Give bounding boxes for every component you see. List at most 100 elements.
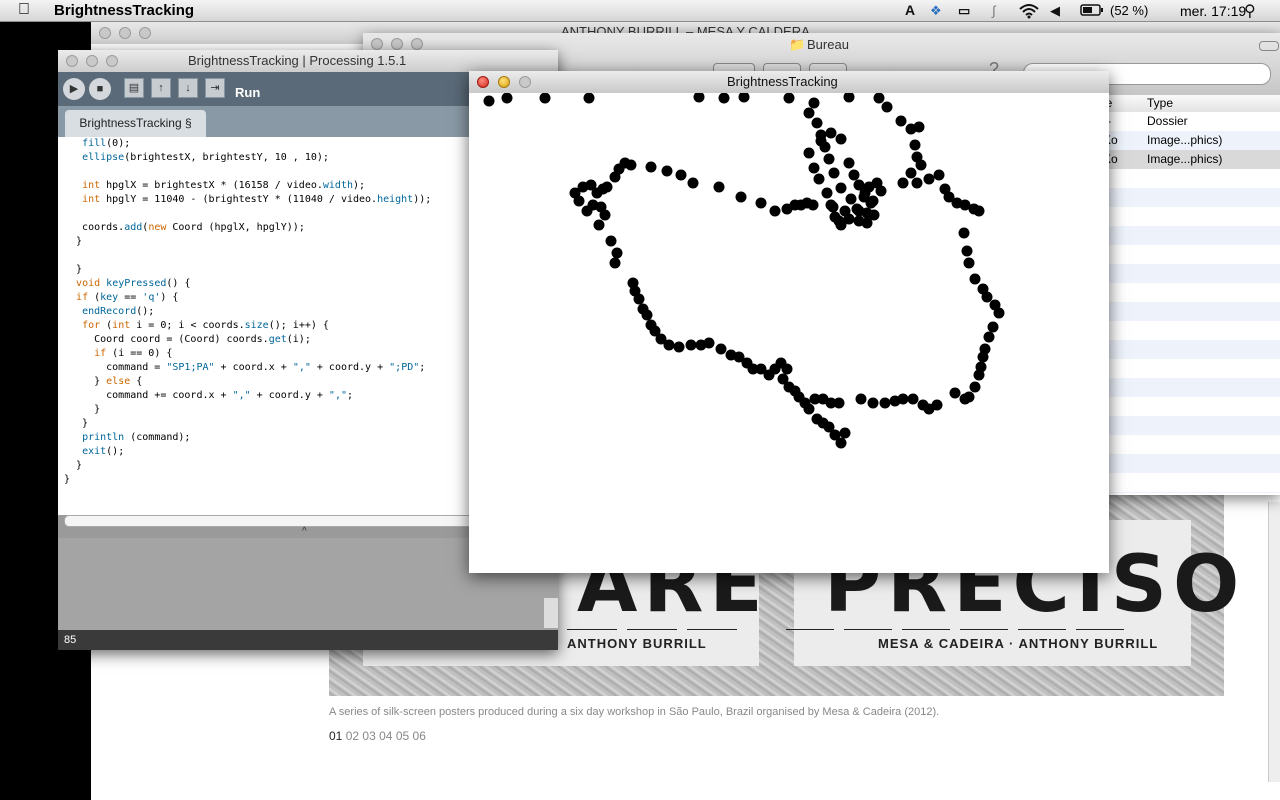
tracking-dot [755,197,767,209]
battery-icon[interactable] [1080,4,1104,19]
cloud-icon[interactable]: ▭ [958,3,970,19]
spotlight-icon[interactable]: ⚲ [1244,1,1256,21]
tracking-dot [803,147,815,159]
bluetooth-icon[interactable]: ∫ [992,3,996,18]
apple-icon[interactable]:  [18,1,30,19]
splitter-handle-icon[interactable]: ^ [302,526,307,537]
tracking-dot [625,159,637,171]
poster-sub-text: MESA & CADEIRA · ANTHONY BURRILL [878,636,1159,651]
page-link[interactable]: 04 [379,729,392,743]
tracking-dot [715,343,727,355]
tracking-dot [825,127,837,139]
clock[interactable]: mer. 17:19 [1180,3,1246,19]
finder-zoom-button[interactable] [411,38,423,50]
sketch-canvas[interactable] [469,93,1109,573]
battery-percent: (52 %) [1110,3,1149,18]
dropbox-icon[interactable]: ❖ [930,3,942,19]
tracking-dot [973,369,985,381]
browser-scrollbar[interactable] [1268,502,1280,782]
tracking-dot [867,397,879,409]
tab-sketch[interactable]: BrightnessTracking § [65,110,206,137]
volume-icon[interactable]: ◀ [1050,3,1060,19]
wifi-icon[interactable] [1018,3,1040,22]
new-sketch-button[interactable]: ▤ [124,78,144,98]
poster-rule [567,629,617,630]
file-row[interactable]: -- Dossier [1101,112,1280,131]
sketch-title-bar: BrightnessTracking [469,71,1109,94]
tracking-dot [845,193,857,205]
poster-rule [627,629,677,630]
tracking-dot [969,381,981,393]
tracking-dot [987,321,999,333]
console-scrollbar[interactable] [544,598,558,628]
tracking-dot [777,373,789,385]
tracking-dot [913,121,925,133]
tracking-dot [879,397,891,409]
tracking-dot [867,195,879,207]
page-link[interactable]: 06 [413,729,426,743]
poster-rule [687,629,737,630]
poster-rule [786,629,834,630]
browser-close-button[interactable] [99,27,111,39]
poster-rule [844,629,892,630]
finder-minimize-button[interactable] [391,38,403,50]
sketch-zoom-button[interactable] [519,76,531,88]
tracking-dot [673,341,685,353]
sketch-minimize-button[interactable] [498,76,510,88]
tracking-dot [501,93,513,104]
ide-minimize-button[interactable] [86,55,98,67]
finder-close-button[interactable] [371,38,383,50]
save-button[interactable]: ↓ [178,78,198,98]
tracking-dot [685,339,697,351]
file-list-stripes [1101,169,1280,493]
browser-minimize-button[interactable] [119,27,131,39]
tracking-dot [675,169,687,181]
app-name-menu[interactable]: BrightnessTracking [54,2,194,19]
page-link[interactable]: 02 [346,729,359,743]
file-type: Image...phics) [1147,133,1223,147]
tracking-dot [889,395,901,407]
tracking-dot [769,205,781,217]
toolbar-toggle-button[interactable] [1259,41,1279,51]
browser-zoom-button[interactable] [139,27,151,39]
column-type[interactable]: Type [1147,96,1173,110]
tracking-dot [718,93,730,104]
run-button[interactable]: ▶ [63,78,85,100]
tracking-dot [645,161,657,173]
tracking-dot [909,139,921,151]
ide-close-button[interactable] [66,55,78,67]
tracking-dot [713,181,725,193]
stop-button[interactable]: ■ [89,78,111,100]
file-row-selected[interactable]: Ko Image...phics) [1101,150,1280,169]
tracking-dot [807,199,819,211]
page-link[interactable]: 05 [396,729,409,743]
tracking-dot [958,227,970,239]
sketch-title: BrightnessTracking [727,74,838,89]
tracking-dot [959,393,971,405]
adobe-icon[interactable]: A [905,2,915,18]
tracking-dot [821,187,833,199]
tracking-dot [808,97,820,109]
tracking-dot [725,349,737,361]
tracking-dot [843,157,855,169]
tracking-dot [809,393,821,405]
export-button[interactable]: ⇥ [205,78,225,98]
tracking-dot [609,257,621,269]
file-row[interactable]: Ko Image...phics) [1101,131,1280,150]
open-button[interactable]: ↑ [151,78,171,98]
tracking-dot [828,167,840,179]
tracking-dot [661,165,673,177]
page-link-current[interactable]: 01 [329,729,342,743]
ide-zoom-button[interactable] [106,55,118,67]
tracking-dot [895,115,907,127]
tracking-dot [815,135,827,147]
toolbar-status-label: Run [235,85,261,100]
pagination: 01 02 03 04 05 06 [329,729,426,743]
tracking-dot [977,351,989,363]
tracking-dot [539,93,551,104]
tracking-dot [835,133,847,145]
tracking-dot [923,173,935,185]
sketch-close-button[interactable] [477,76,489,88]
page-link[interactable]: 03 [362,729,375,743]
tracking-dot [601,181,613,193]
